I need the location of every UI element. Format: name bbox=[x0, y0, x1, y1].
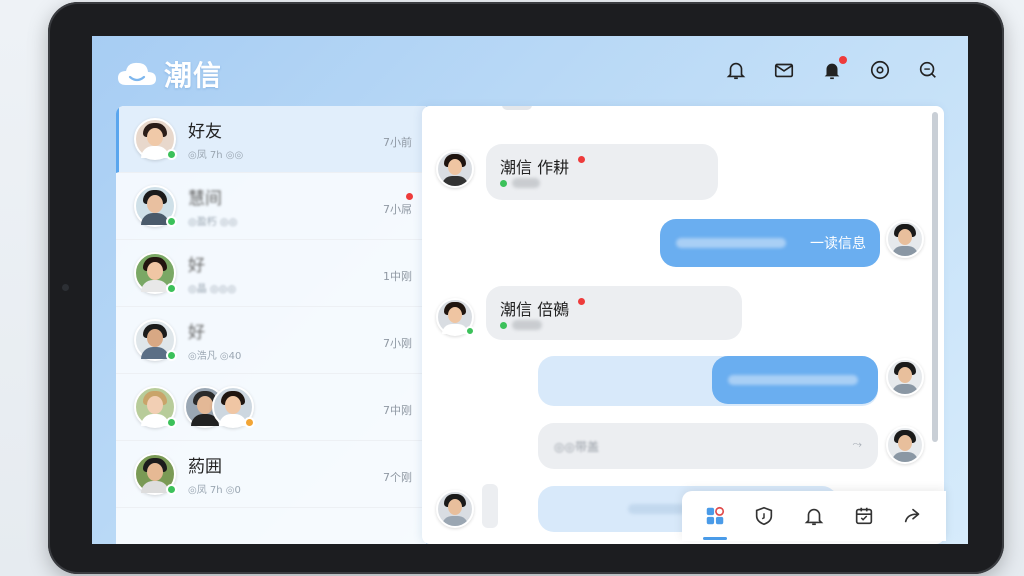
apps-icon[interactable] bbox=[701, 502, 729, 540]
cloud-icon bbox=[116, 59, 158, 89]
contact-item[interactable]: 好 ◎浩凡 ◎40 7小刚 bbox=[116, 307, 426, 374]
notification-badge bbox=[839, 56, 847, 64]
tablet-frame: 潮信 好友 ◎凤 7h ◎◎ 7小前 慧间 ◎盈朽 ◎◎ 7小屌 好 ◎晶 ◎◎… bbox=[48, 2, 1004, 574]
unread-dot bbox=[578, 156, 585, 163]
online-status-dot bbox=[166, 149, 177, 160]
avatar bbox=[134, 319, 177, 361]
avatar bbox=[886, 426, 924, 464]
online-status-dot bbox=[166, 417, 177, 428]
mail-icon[interactable] bbox=[772, 58, 796, 82]
app-title: 潮信 bbox=[164, 59, 223, 92]
contact-item[interactable]: 慧间 ◎盈朽 ◎◎ 7小屌 bbox=[116, 173, 426, 240]
avatar bbox=[436, 298, 475, 336]
bell-icon[interactable] bbox=[800, 502, 828, 530]
send-hint-icon[interactable]: ⤳ bbox=[852, 437, 862, 452]
header-toolbar bbox=[724, 56, 940, 82]
contact-time: 7小刚 bbox=[383, 337, 412, 350]
camera-dot bbox=[62, 284, 69, 291]
contact-time: 7中刚 bbox=[383, 404, 412, 417]
blurred-text bbox=[512, 320, 542, 330]
message-title: 潮信 作耕 bbox=[500, 158, 570, 177]
online-status-dot bbox=[166, 484, 177, 495]
outgoing-message[interactable] bbox=[712, 356, 878, 404]
contact-time: 7个刚 bbox=[383, 471, 412, 484]
contact-item[interactable]: 葯囲 ◎凤 7h ◎0 7个刚 bbox=[116, 441, 426, 508]
app-screen: 潮信 好友 ◎凤 7h ◎◎ 7小前 慧间 ◎盈朽 ◎◎ 7小屌 好 ◎晶 ◎◎… bbox=[92, 36, 968, 544]
calendar-icon[interactable] bbox=[850, 502, 878, 530]
message-text: 一读信息 bbox=[810, 236, 866, 252]
message-text: ◎◎带盖 bbox=[554, 440, 599, 454]
bottom-toolbar bbox=[682, 491, 946, 541]
settings-icon[interactable] bbox=[868, 58, 892, 82]
avatar bbox=[134, 252, 177, 294]
avatar bbox=[436, 150, 474, 188]
avatar bbox=[134, 185, 177, 227]
bell-outline-icon[interactable] bbox=[724, 58, 748, 82]
message-draft[interactable]: ◎◎带盖 ⤳ bbox=[538, 423, 878, 469]
incoming-message[interactable]: 潮信 倍鵺 bbox=[486, 286, 742, 340]
contact-time: 7小前 bbox=[383, 136, 412, 149]
avatar bbox=[134, 386, 177, 428]
drag-handle[interactable] bbox=[502, 106, 532, 110]
unread-badge bbox=[406, 193, 413, 200]
message-title: 潮信 倍鵺 bbox=[500, 300, 570, 319]
online-status-dot bbox=[166, 283, 177, 294]
bell-filled-icon[interactable] bbox=[820, 56, 847, 82]
avatar bbox=[134, 453, 177, 495]
message-meta bbox=[500, 320, 542, 330]
online-status-dot bbox=[465, 326, 475, 336]
contact-list: 好友 ◎凤 7h ◎◎ 7小前 慧间 ◎盈朽 ◎◎ 7小屌 好 ◎晶 ◎◎◎ 1… bbox=[116, 106, 426, 544]
avatar bbox=[436, 490, 474, 528]
shield-icon[interactable] bbox=[750, 502, 778, 530]
online-status-dot bbox=[166, 216, 177, 227]
search-chat-icon[interactable] bbox=[916, 58, 940, 82]
outgoing-message[interactable]: 一读信息 bbox=[660, 219, 880, 267]
unread-dot bbox=[578, 298, 585, 305]
avatar bbox=[886, 358, 924, 396]
online-status-dot bbox=[166, 350, 177, 361]
away-status-dot bbox=[244, 417, 255, 428]
contact-item[interactable]: 好友 ◎凤 7h ◎◎ 7小前 bbox=[116, 106, 426, 173]
blurred-text bbox=[728, 375, 858, 385]
contact-item[interactable]: 好 ◎晶 ◎◎◎ 1中刚 bbox=[116, 240, 426, 307]
avatar bbox=[134, 118, 177, 160]
blurred-text bbox=[676, 238, 786, 248]
blurred-text bbox=[512, 178, 540, 188]
contact-time: 7小屌 bbox=[383, 203, 412, 216]
message-meta bbox=[500, 178, 540, 188]
contact-item-group[interactable]: 7中刚 bbox=[116, 374, 426, 441]
avatar bbox=[212, 386, 255, 428]
contact-time: 1中刚 bbox=[383, 270, 412, 283]
avatar bbox=[886, 220, 924, 258]
chat-panel: 潮信 作耕 一读信息 潮信 倍鵺 ◎◎带盖 ⤳ bbox=[422, 106, 944, 544]
incoming-message[interactable] bbox=[482, 484, 498, 528]
online-status-dot bbox=[500, 179, 507, 187]
online-status-dot bbox=[500, 321, 507, 329]
app-logo: 潮信 bbox=[116, 54, 222, 94]
incoming-message[interactable]: 潮信 作耕 bbox=[486, 144, 718, 200]
forward-icon[interactable] bbox=[899, 502, 927, 530]
scrollbar[interactable] bbox=[932, 112, 938, 442]
